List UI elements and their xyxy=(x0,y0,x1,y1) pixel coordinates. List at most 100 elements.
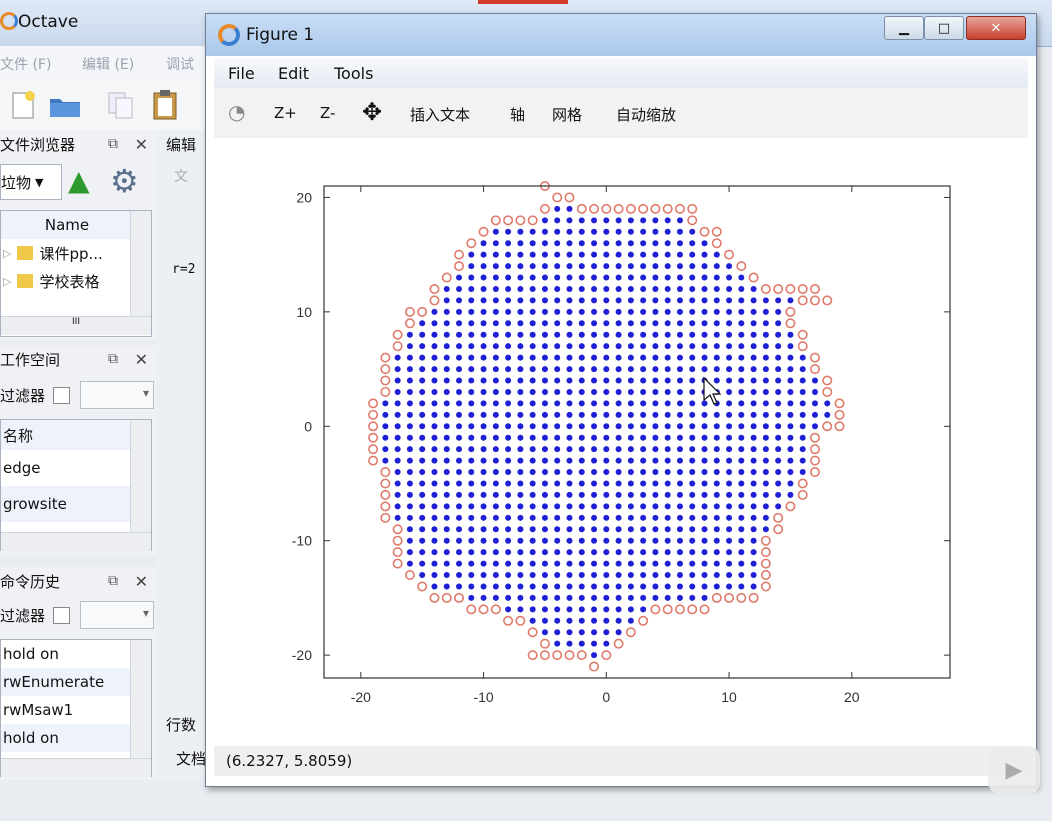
maximize-button[interactable]: □ xyxy=(924,16,964,40)
list-item[interactable]: rwMsaw1 xyxy=(1,696,151,724)
filter-combo[interactable] xyxy=(80,601,155,629)
cluster-point xyxy=(554,400,561,407)
plot-canvas[interactable]: -20 -10 0 10 20 -20 -10 0 10 20 xyxy=(214,138,1028,746)
cluster-point xyxy=(750,411,757,418)
menu-edit[interactable]: 编辑 (E) xyxy=(82,54,134,74)
cluster-point xyxy=(480,514,487,521)
undock-icon[interactable]: ⧉ xyxy=(108,351,118,367)
cluster-point xyxy=(443,377,450,384)
menu-edit[interactable]: Edit xyxy=(278,64,309,83)
axis-button[interactable]: 轴 xyxy=(510,104,525,125)
column-header-name[interactable]: Name xyxy=(1,211,151,239)
cluster-point xyxy=(615,572,622,579)
cluster-point xyxy=(394,366,401,373)
menu-file[interactable]: File xyxy=(228,64,255,83)
path-combo[interactable]: 垃物 ▼ xyxy=(0,164,62,200)
cluster-point xyxy=(566,320,573,327)
cluster-point xyxy=(750,377,757,384)
minimize-icon: ▁ xyxy=(899,20,909,36)
cluster-point xyxy=(615,400,622,407)
list-item[interactable]: ▷ 学校表格 xyxy=(1,267,151,295)
cluster-point xyxy=(443,514,450,521)
undock-icon[interactable]: ⧉ xyxy=(108,136,118,152)
close-icon[interactable]: ✕ xyxy=(135,135,148,154)
file-tab[interactable]: 文 xyxy=(174,166,188,186)
list-item[interactable]: hold on xyxy=(1,724,151,752)
code-tab[interactable]: r=2 xyxy=(172,262,195,277)
column-header-name[interactable]: 名称 xyxy=(1,420,151,450)
zoom-out-button[interactable]: Z- xyxy=(320,104,335,122)
paste-icon[interactable] xyxy=(148,88,182,122)
close-button[interactable]: ✕ xyxy=(966,16,1026,40)
cluster-point xyxy=(578,320,585,327)
filter-combo[interactable] xyxy=(80,381,155,409)
cluster-point xyxy=(640,537,647,544)
insert-text-button[interactable]: 插入文本 xyxy=(410,104,470,125)
close-icon[interactable]: ✕ xyxy=(135,572,148,591)
cluster-point xyxy=(419,354,426,361)
cluster-point xyxy=(652,411,659,418)
cluster-point xyxy=(468,594,475,601)
menu-tools[interactable]: Tools xyxy=(334,64,373,83)
cluster-point xyxy=(554,469,561,476)
cluster-point xyxy=(554,228,561,235)
close-icon[interactable]: ✕ xyxy=(135,350,148,369)
cluster-point xyxy=(615,274,622,281)
cluster-point xyxy=(406,491,413,498)
cluster-point xyxy=(578,240,585,247)
cluster-point xyxy=(701,423,708,430)
cluster-point xyxy=(676,263,683,270)
cluster-point xyxy=(566,434,573,441)
cluster-point xyxy=(787,400,794,407)
cluster-point xyxy=(726,343,733,350)
cluster-point xyxy=(505,411,512,418)
cluster-point xyxy=(431,320,438,327)
cluster-point xyxy=(505,549,512,556)
copy-icon[interactable] xyxy=(104,88,138,122)
filter-checkbox[interactable] xyxy=(53,386,71,404)
cluster-point xyxy=(419,572,426,579)
cluster-point xyxy=(492,366,499,373)
horizontal-scrollbar[interactable] xyxy=(1,532,151,551)
zoom-in-button[interactable]: Z+ xyxy=(274,104,297,122)
autoscale-button[interactable]: 自动缩放 xyxy=(616,104,676,125)
horizontal-scrollbar[interactable] xyxy=(1,758,151,777)
cluster-point xyxy=(566,457,573,464)
vertical-scrollbar[interactable] xyxy=(130,640,151,758)
vertical-scrollbar[interactable] xyxy=(130,420,151,532)
cluster-point xyxy=(689,526,696,533)
list-item[interactable]: ▷ 课件pp... xyxy=(1,239,151,267)
expand-icon[interactable]: ▷ xyxy=(3,275,11,288)
filter-checkbox[interactable] xyxy=(53,606,71,624)
rotate-icon[interactable]: ◔ xyxy=(228,100,245,124)
list-item[interactable]: growsite xyxy=(1,486,151,522)
list-item[interactable]: edge xyxy=(1,450,151,486)
cluster-point xyxy=(640,377,647,384)
open-folder-icon[interactable] xyxy=(48,88,82,122)
menu-debug[interactable]: 调试 xyxy=(166,54,194,74)
cluster-point xyxy=(627,297,634,304)
cluster-point xyxy=(591,366,598,373)
minimize-button[interactable]: ▁ xyxy=(884,16,924,40)
file-browser-header: 文件浏览器 ⧉ ✕ xyxy=(0,130,156,158)
undock-icon[interactable]: ⧉ xyxy=(108,573,118,589)
pan-icon[interactable]: ✥ xyxy=(362,98,382,126)
cluster-point xyxy=(529,366,536,373)
doc-tab[interactable]: 文档 xyxy=(176,748,206,769)
grid-button[interactable]: 网格 xyxy=(552,104,582,125)
list-item[interactable]: hold on xyxy=(1,640,151,668)
expand-icon[interactable]: ▷ xyxy=(3,247,11,260)
cluster-point xyxy=(676,274,683,281)
cluster-point xyxy=(676,411,683,418)
editor-tab[interactable]: 编辑 xyxy=(166,134,196,155)
horizontal-scrollbar[interactable]: III xyxy=(1,316,151,335)
up-arrow-icon[interactable]: ▲ xyxy=(68,164,90,197)
list-item[interactable]: rwEnumerate xyxy=(1,668,151,696)
menu-file[interactable]: 文件 (F) xyxy=(0,54,51,74)
new-file-icon[interactable] xyxy=(6,88,40,122)
cluster-point xyxy=(787,446,794,453)
cluster-point xyxy=(492,491,499,498)
gear-icon[interactable]: ⚙ xyxy=(110,162,139,200)
vertical-scrollbar[interactable] xyxy=(130,211,151,316)
cluster-point xyxy=(738,446,745,453)
